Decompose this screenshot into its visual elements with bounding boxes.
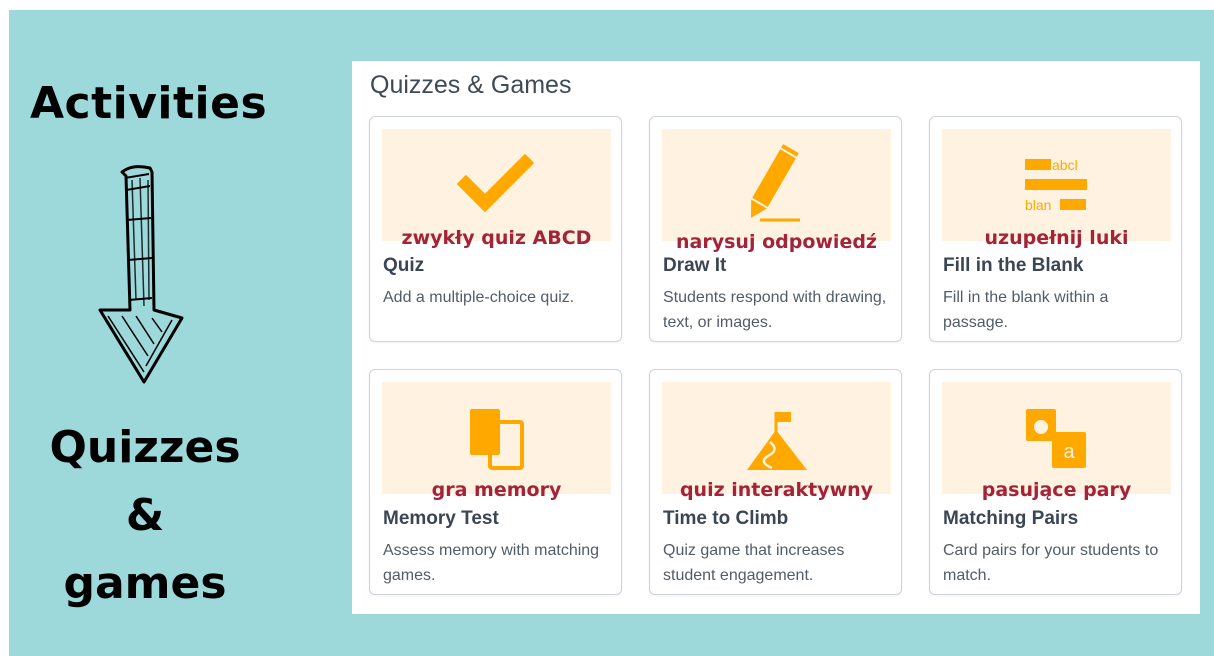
- activity-card-quiz[interactable]: zwykły quiz ABCD Quiz Add a multiple-cho…: [369, 116, 622, 342]
- quizzes-games-panel: Quizzes & Games zwykły quiz ABCD Quiz Ad…: [352, 61, 1200, 614]
- activity-card-fill-in-the-blank[interactable]: abcl blan uzupełnij luki Fill in the Bla…: [929, 116, 1182, 342]
- card-title: Matching Pairs: [943, 508, 1079, 529]
- card-thumbnail: abcl blan: [942, 129, 1171, 241]
- quizzes-and-games-caption: Quizzes & games: [40, 414, 250, 618]
- card-description: Add a multiple-choice quiz.: [383, 289, 575, 306]
- fill-blank-icon: abcl blan: [1025, 157, 1087, 213]
- caption-line-ampersand: &: [125, 490, 165, 541]
- card-title: Quiz: [383, 255, 425, 276]
- card-description: Students respond with drawing, text, or …: [663, 289, 887, 331]
- activity-card-memory-test[interactable]: gra memory Memory Test Assess memory wit…: [369, 369, 622, 595]
- card-thumbnail: a: [942, 382, 1171, 494]
- card-overlay-label: quiz interaktywny: [679, 479, 874, 501]
- panel-title: Quizzes & Games: [370, 71, 572, 99]
- card-description: Card pairs for your students to match.: [943, 542, 1159, 584]
- checkmark-icon: [456, 153, 535, 213]
- card-thumbnail: [662, 129, 891, 241]
- activities-heading: Activities: [30, 78, 268, 129]
- hand-drawn-down-arrow-icon: [98, 165, 184, 384]
- fill-blank-icon-text-2: blan: [1025, 197, 1051, 213]
- card-thumbnail: [382, 129, 611, 241]
- card-description: Assess memory with matching games.: [383, 542, 600, 584]
- mountain-flag-icon: [747, 412, 807, 470]
- card-title: Memory Test: [383, 508, 499, 529]
- card-title: Draw It: [663, 255, 727, 276]
- fill-blank-icon-text-1: abcl: [1052, 157, 1078, 173]
- card-overlay-label: gra memory: [431, 479, 562, 501]
- pencil-icon: [751, 144, 800, 222]
- card-title: Fill in the Blank: [943, 255, 1084, 276]
- matching-pairs-icon-text: a: [1063, 441, 1075, 463]
- card-description: Fill in the blank within a passage.: [943, 289, 1109, 331]
- caption-line-quizzes: Quizzes: [49, 422, 241, 473]
- card-thumbnail: [382, 382, 611, 494]
- caption-line-games: games: [63, 558, 227, 609]
- card-overlay-label: zwykły quiz ABCD: [401, 227, 592, 249]
- card-title: Time to Climb: [663, 508, 789, 529]
- card-overlay-label: pasujące pary: [981, 479, 1132, 501]
- card-overlay-label: narysuj odpowiedź: [676, 231, 877, 253]
- card-description: Quiz game that increases student engagem…: [663, 542, 845, 584]
- matching-pairs-icon: a: [1026, 409, 1086, 468]
- activity-card-matching-pairs[interactable]: a pasujące pary Matching Pairs Card pair…: [929, 369, 1182, 595]
- activity-card-draw-it[interactable]: narysuj odpowiedź Draw It Students respo…: [649, 116, 902, 342]
- card-thumbnail: [662, 382, 891, 494]
- activity-card-time-to-climb[interactable]: quiz interaktywny Time to Climb Quiz gam…: [649, 369, 902, 595]
- cards-icon: [470, 409, 524, 470]
- card-overlay-label: uzupełnij luki: [984, 227, 1129, 249]
